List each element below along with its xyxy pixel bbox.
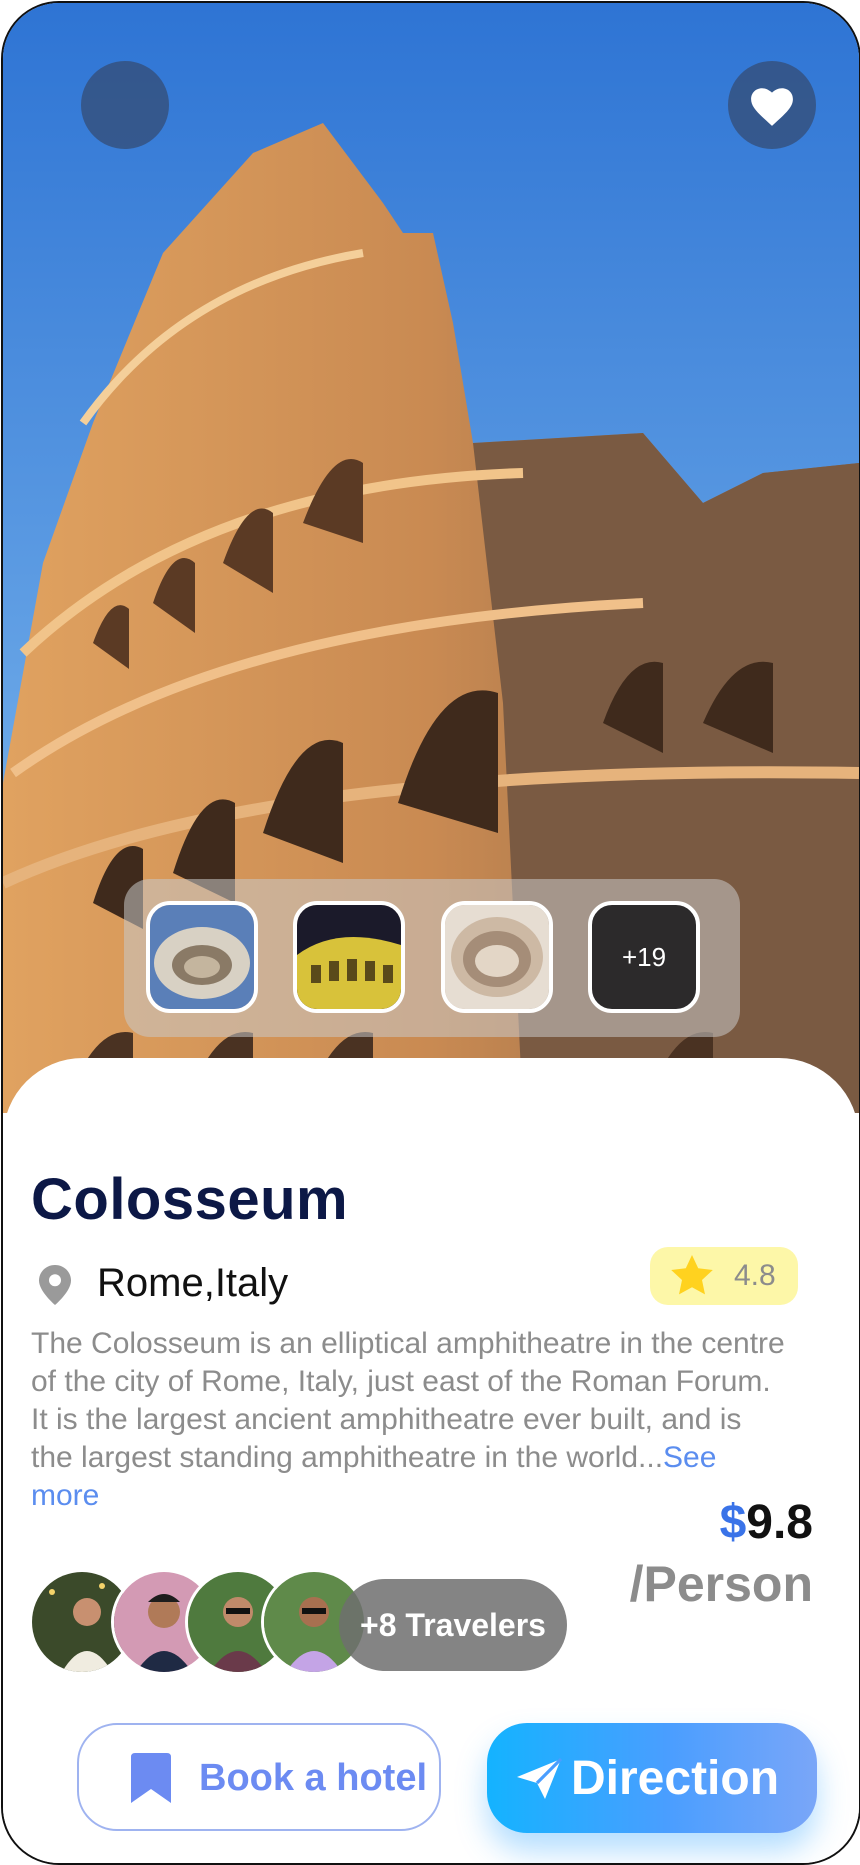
favorite-button[interactable]	[728, 61, 816, 149]
gallery-thumbnail[interactable]	[441, 901, 553, 1013]
rating-badge: 4.8	[650, 1247, 798, 1305]
place-description: The Colosseum is an elliptical amphithea…	[31, 1325, 791, 1515]
rating-value: 4.8	[734, 1259, 776, 1292]
price: $9.8	[720, 1495, 813, 1550]
place-location: Rome,Italy	[97, 1261, 289, 1305]
travelers-count-button[interactable]: +8 Travelers	[339, 1579, 567, 1671]
direction-label: Direction	[571, 1752, 780, 1805]
hero-image: +19	[3, 3, 859, 1113]
book-hotel-button[interactable]: Book a hotel	[77, 1723, 441, 1831]
direction-button[interactable]: Direction	[487, 1723, 817, 1833]
map-pin-icon	[39, 1265, 71, 1305]
price-currency: $	[719, 1496, 747, 1549]
phone-frame: +19 Colosseum Rome,Italy 4.8 The Colosse…	[1, 1, 860, 1865]
gallery-strip: +19	[124, 879, 740, 1037]
star-icon	[671, 1255, 713, 1295]
gallery-more-button[interactable]: +19	[588, 901, 700, 1013]
heart-icon	[751, 88, 793, 126]
gallery-more-count: +19	[621, 941, 667, 972]
price-amount: 9.8	[746, 1496, 813, 1549]
book-hotel-label: Book a hotel	[199, 1757, 428, 1799]
bookmark-icon	[131, 1753, 171, 1803]
place-title: Colosseum	[31, 1167, 349, 1232]
back-button[interactable]	[81, 61, 169, 149]
price-unit: /Person	[629, 1556, 813, 1612]
paper-plane-icon	[517, 1757, 563, 1799]
gallery-thumbnail[interactable]	[146, 901, 258, 1013]
gallery-thumbnail[interactable]	[293, 901, 405, 1013]
